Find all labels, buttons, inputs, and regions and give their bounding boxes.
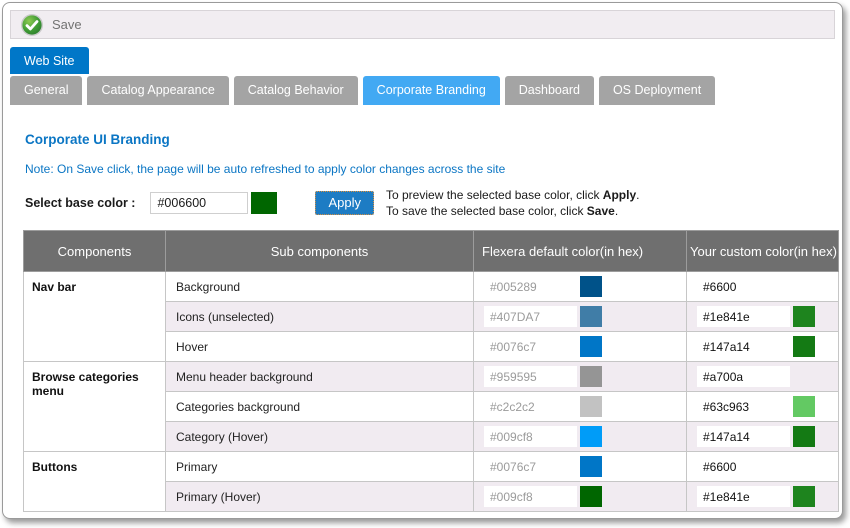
page-note: Note: On Save click, the page will be au… — [25, 162, 505, 176]
sub-component-cell: Hover — [166, 332, 474, 362]
custom-color-cell: #63c963 — [687, 392, 839, 422]
default-hex-input: #005289 — [484, 276, 577, 297]
default-hex-input: #0076c7 — [484, 336, 577, 357]
custom-hex-input[interactable]: #1e841e — [697, 306, 790, 327]
sub-component-cell: Categories background — [166, 392, 474, 422]
tab-strip: GeneralCatalog AppearanceCatalog Behavio… — [10, 76, 715, 105]
component-cell-buttons: Buttons — [24, 452, 166, 512]
col-header-components: Components — [24, 231, 166, 272]
tab-os-deployment[interactable]: OS Deployment — [599, 76, 715, 105]
tab-catalog-behavior[interactable]: Catalog Behavior — [234, 76, 358, 105]
default-hex-input: #c2c2c2 — [484, 396, 577, 417]
custom-color-swatch — [793, 426, 815, 447]
default-hex-input: #959595 — [484, 366, 577, 387]
default-hex-input: #0076c7 — [484, 456, 577, 477]
tab-catalog-appearance[interactable]: Catalog Appearance — [87, 76, 228, 105]
default-hex-input: #407DA7 — [484, 306, 577, 327]
default-color-cell: #0076c7 — [474, 332, 687, 362]
base-color-label: Select base color : — [25, 196, 135, 210]
default-color-cell: #0076c7 — [474, 452, 687, 482]
default-color-swatch — [580, 306, 602, 327]
tab-dashboard[interactable]: Dashboard — [505, 76, 594, 105]
apply-button[interactable]: Apply — [315, 191, 374, 215]
custom-color-cell: #1e841e — [687, 482, 839, 512]
tab-general[interactable]: General — [10, 76, 82, 105]
custom-color-cell: #6600 — [687, 452, 839, 482]
custom-color-cell: #a700a — [687, 362, 839, 392]
default-color-cell: #407DA7 — [474, 302, 687, 332]
default-color-swatch — [580, 456, 602, 477]
default-color-swatch — [580, 426, 602, 447]
component-cell-nav-bar: Nav bar — [24, 272, 166, 362]
custom-hex-input[interactable]: #63c963 — [697, 396, 790, 417]
top-toolbar: Save — [10, 10, 835, 39]
default-color-swatch — [580, 336, 602, 357]
branding-table: Components Sub components Flexera defaul… — [23, 230, 839, 512]
custom-color-swatch — [793, 306, 815, 327]
table-row: Nav barBackground#005289#6600 — [24, 272, 839, 302]
sub-component-cell: Background — [166, 272, 474, 302]
custom-hex-input[interactable]: #1e841e — [697, 486, 790, 507]
table-header-row: Components Sub components Flexera defaul… — [24, 231, 839, 272]
sub-component-cell: Primary — [166, 452, 474, 482]
custom-hex-input[interactable]: #147a14 — [697, 426, 790, 447]
save-check-icon — [20, 13, 44, 37]
sub-component-cell: Icons (unselected) — [166, 302, 474, 332]
default-color-cell: #c2c2c2 — [474, 392, 687, 422]
instruction-line-1: To preview the selected base color, clic… — [386, 187, 639, 203]
custom-color-cell: #147a14 — [687, 332, 839, 362]
save-label: Save — [52, 17, 82, 32]
sub-component-cell: Menu header background — [166, 362, 474, 392]
custom-color-cell: #1e841e — [687, 302, 839, 332]
table-row: ButtonsPrimary#0076c7#6600 — [24, 452, 839, 482]
custom-color-swatch — [793, 336, 815, 357]
sub-component-cell: Category (Hover) — [166, 422, 474, 452]
default-hex-input: #009cf8 — [484, 426, 577, 447]
default-color-cell: #005289 — [474, 272, 687, 302]
tab-corporate-branding[interactable]: Corporate Branding — [363, 76, 500, 105]
tab-web-site[interactable]: Web Site — [10, 47, 89, 74]
default-hex-input: #009cf8 — [484, 486, 577, 507]
col-header-custom-color: Your custom color(in hex) — [687, 231, 839, 272]
default-color-cell: #009cf8 — [474, 482, 687, 512]
base-color-row: Select base color : Apply To preview the… — [25, 189, 639, 217]
instruction-line-2: To save the selected base color, click S… — [386, 203, 639, 219]
app-window: Save Web Site GeneralCatalog AppearanceC… — [2, 2, 843, 519]
default-color-swatch — [580, 396, 602, 417]
page-title: Corporate UI Branding — [25, 132, 170, 147]
col-header-default-color: Flexera default color(in hex) — [474, 231, 687, 272]
custom-hex-input[interactable]: #6600 — [697, 456, 790, 477]
default-color-cell: #959595 — [474, 362, 687, 392]
col-header-sub-components: Sub components — [166, 231, 474, 272]
custom-color-swatch — [793, 486, 815, 507]
sub-component-cell: Primary (Hover) — [166, 482, 474, 512]
custom-color-swatch — [793, 396, 815, 417]
save-button[interactable]: Save — [20, 13, 82, 37]
default-color-cell: #009cf8 — [474, 422, 687, 452]
custom-hex-input[interactable]: #a700a — [697, 366, 790, 387]
apply-instructions: To preview the selected base color, clic… — [386, 187, 639, 219]
default-color-swatch — [580, 486, 602, 507]
component-cell-browse-categories-menu: Browse categories menu — [24, 362, 166, 452]
base-color-swatch — [251, 192, 277, 214]
custom-color-cell: #6600 — [687, 272, 839, 302]
default-color-swatch — [580, 276, 602, 297]
custom-color-cell: #147a14 — [687, 422, 839, 452]
custom-hex-input[interactable]: #6600 — [697, 276, 790, 297]
custom-hex-input[interactable]: #147a14 — [697, 336, 790, 357]
base-color-input[interactable] — [150, 192, 248, 214]
table-row: Browse categories menuMenu header backgr… — [24, 362, 839, 392]
default-color-swatch — [580, 366, 602, 387]
